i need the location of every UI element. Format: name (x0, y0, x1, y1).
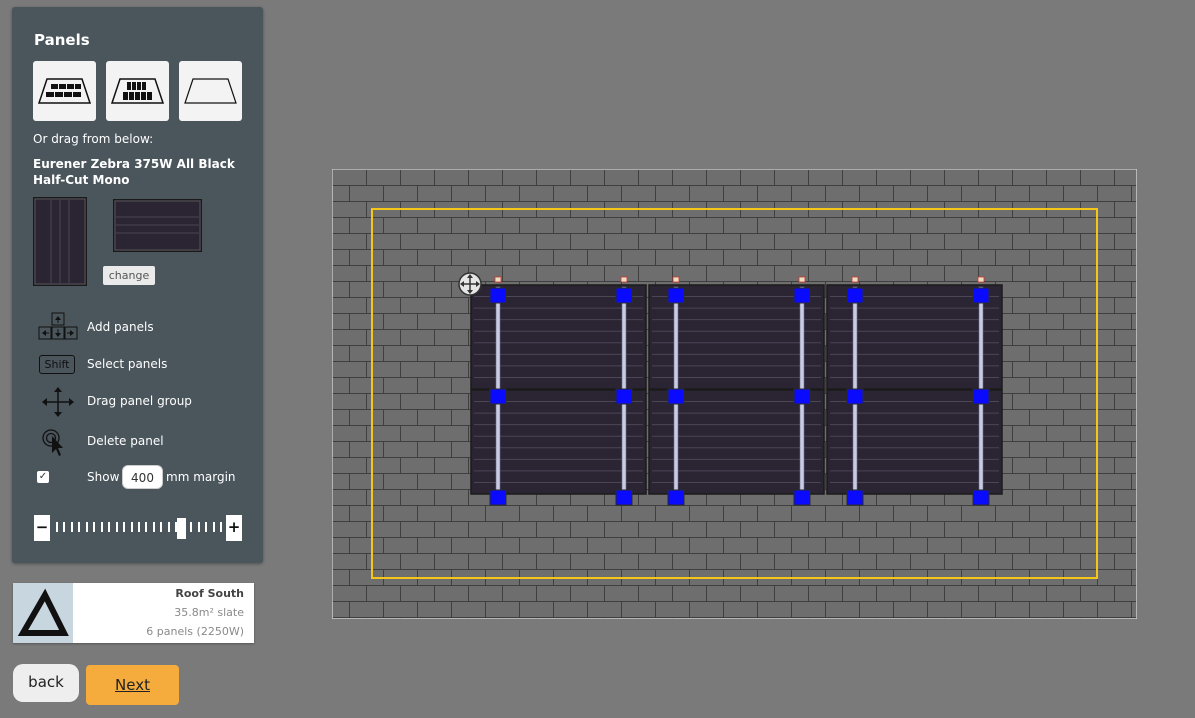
change-panel-button[interactable]: change (103, 266, 155, 285)
roof-panel-summary: 6 panels (2250W) (146, 625, 244, 638)
zoom-tick (130, 522, 133, 532)
panel-clamp[interactable] (667, 489, 685, 506)
rail-end-marker (672, 276, 680, 283)
landscape-layout-button[interactable] (33, 61, 96, 121)
panel-clamp[interactable] (793, 388, 811, 405)
zoom-tick (85, 522, 88, 532)
panel-clamp[interactable] (972, 287, 990, 304)
zoom-tick (197, 522, 200, 532)
zoom-tick (78, 522, 81, 532)
back-button[interactable]: back (13, 664, 79, 702)
panels-sidebar: Panels Or drag from below: Eurener Zebra… (12, 7, 263, 563)
zoom-tick (100, 522, 103, 532)
zoom-slider: − + (34, 515, 244, 541)
margin-input[interactable]: 400 (122, 465, 163, 489)
panel-clamp[interactable] (793, 489, 811, 506)
zoom-tick (93, 522, 96, 532)
panel-array[interactable] (470, 276, 1003, 506)
roof-card[interactable]: Roof South 35.8m² slate 6 panels (2250W) (13, 583, 254, 643)
margin-show-label: Show (87, 470, 120, 484)
panel-clamp[interactable] (972, 388, 990, 405)
sidebar-title: Panels (34, 31, 90, 49)
move-group-handle[interactable] (458, 272, 482, 296)
zoom-tick (63, 522, 66, 532)
panel-model-name: Eurener Zebra 375W All Black Half-Cut Mo… (33, 157, 235, 187)
panel-clamp[interactable] (615, 287, 633, 304)
drag-hint: Or drag from below: (33, 132, 154, 146)
empty-layout-button[interactable] (179, 61, 242, 121)
zoom-tick (145, 522, 148, 532)
zoom-tick (70, 522, 73, 532)
portrait-panel-thumbnail[interactable] (33, 197, 87, 286)
help-label-delete-panel: Delete panel (87, 434, 164, 448)
zoom-track[interactable] (56, 518, 222, 539)
panel-clamp[interactable] (846, 287, 864, 304)
panel-clamp[interactable] (667, 388, 685, 405)
help-delete-panel: Delete panel (33, 426, 253, 458)
zoom-tick (205, 522, 208, 532)
arrow-keys-icon (38, 312, 78, 340)
zoom-tick (190, 522, 193, 532)
panel-clamp[interactable] (615, 489, 633, 506)
move-icon (42, 387, 74, 417)
panel-clamp[interactable] (489, 489, 507, 506)
roof-outline-icon (184, 78, 237, 104)
help-label-add-panels: Add panels (87, 320, 154, 334)
zoom-out-button[interactable]: − (34, 515, 50, 541)
roof-thumbnail (13, 583, 73, 643)
panel-clamp[interactable] (489, 287, 507, 304)
rail-end-marker (798, 276, 806, 283)
zoom-tick (152, 522, 155, 532)
zoom-tick (167, 522, 170, 532)
zoom-tick (220, 522, 222, 532)
portrait-layout-button[interactable] (106, 61, 169, 121)
rail-end-marker (494, 276, 502, 283)
margin-unit-label: mm margin (166, 470, 236, 484)
panel-clamp[interactable] (489, 388, 507, 405)
click-cursor-icon (42, 429, 63, 456)
panel-clamp[interactable] (793, 287, 811, 304)
zoom-in-button[interactable]: + (226, 515, 242, 541)
rail-end-marker (977, 276, 985, 283)
roof-triangle-icon (17, 588, 69, 636)
zoom-thumb[interactable] (176, 518, 186, 539)
rail-end-marker (620, 276, 628, 283)
zoom-tick (115, 522, 118, 532)
help-select-panels: Shift Select panels (33, 349, 253, 381)
zoom-tick (56, 522, 58, 532)
shift-key-icon: Shift (39, 355, 75, 374)
zoom-tick (160, 522, 163, 532)
rail-end-marker (851, 276, 859, 283)
help-add-panels: Add panels (33, 312, 253, 344)
help-label-select-panels: Select panels (87, 357, 168, 371)
panel-clamp[interactable] (846, 388, 864, 405)
zoom-tick (108, 522, 111, 532)
zoom-tick (123, 522, 126, 532)
panel-clamp[interactable] (667, 287, 685, 304)
show-margin-checkbox[interactable]: ✓ (37, 471, 49, 483)
margin-setting: ✓ Show 400 mm margin (33, 465, 253, 491)
landscape-layout-icon (37, 78, 92, 104)
portrait-layout-icon (110, 78, 165, 104)
help-drag-group: Drag panel group (33, 386, 253, 418)
help-label-drag-group: Drag panel group (87, 394, 192, 408)
zoom-tick (212, 522, 215, 532)
roof-canvas[interactable] (332, 169, 1137, 619)
panel-clamp[interactable] (615, 388, 633, 405)
roof-area: 35.8m² slate (174, 606, 244, 619)
landscape-panel-thumbnail[interactable] (113, 199, 202, 252)
roof-name: Roof South (175, 587, 244, 600)
panel-clamp[interactable] (972, 489, 990, 506)
panel-clamp[interactable] (846, 489, 864, 506)
zoom-tick (138, 522, 140, 532)
next-button[interactable]: Next (86, 665, 179, 705)
